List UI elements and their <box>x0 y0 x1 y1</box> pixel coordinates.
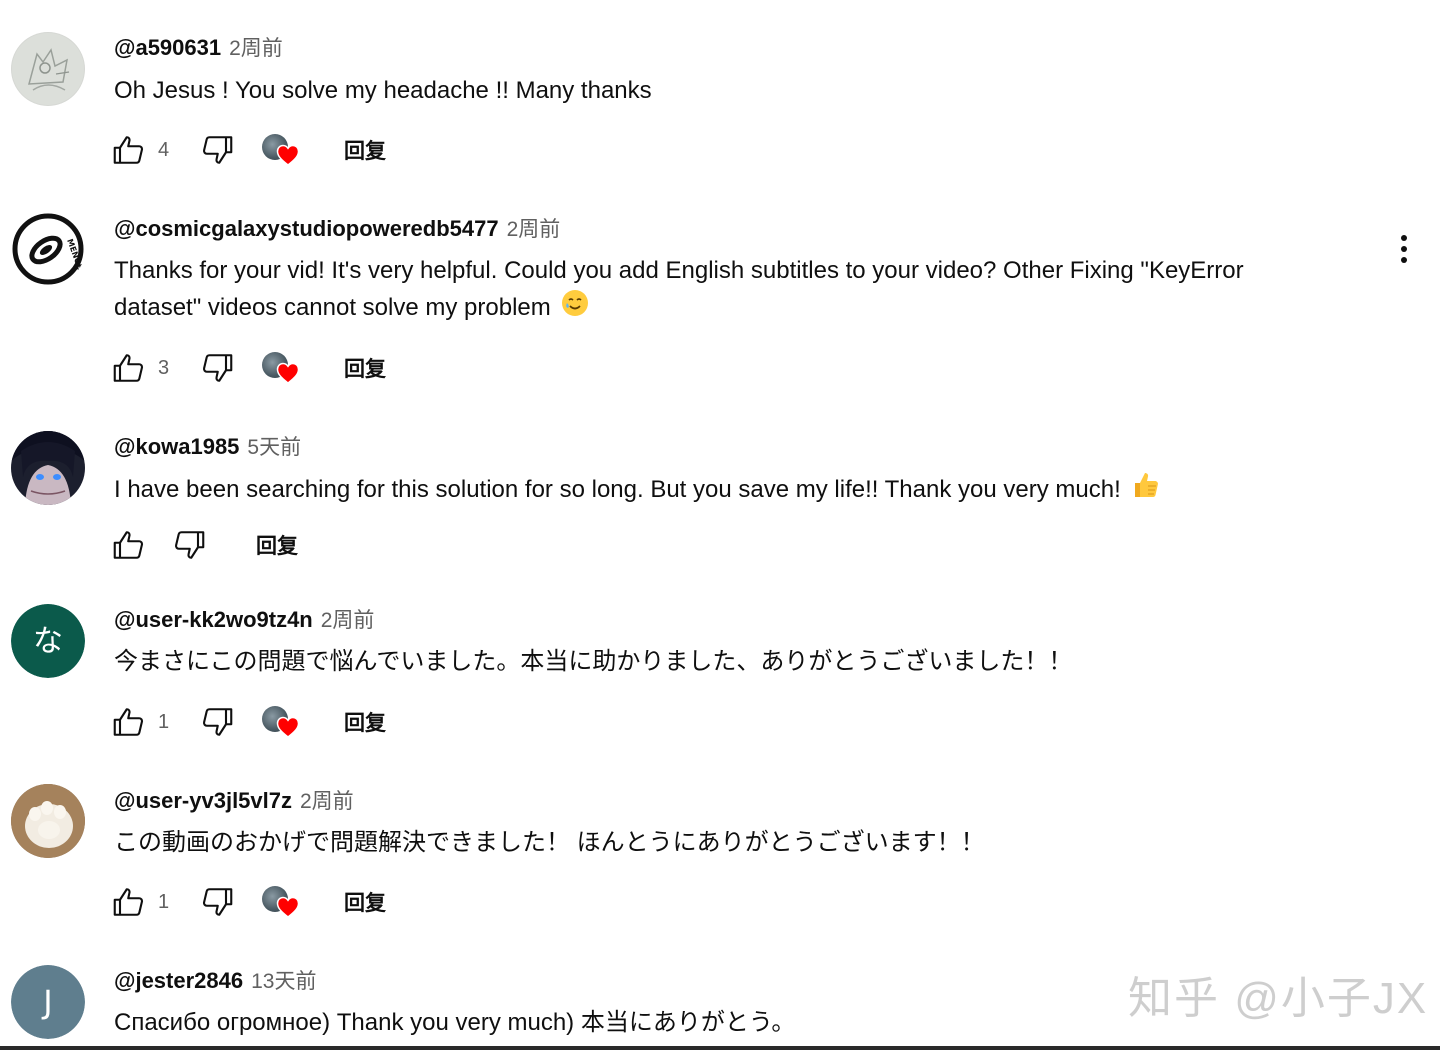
thumbs-up-icon <box>113 888 144 916</box>
comment-text-body: I have been searching for this solution … <box>114 475 1121 503</box>
avatar[interactable] <box>11 32 85 106</box>
avatar-letter: J <box>41 983 52 1021</box>
thumbs-down-icon <box>202 888 233 916</box>
comment-header: @user-yv3jl5vl7z 2周前 <box>114 786 354 817</box>
anime-character-avatar-icon <box>11 431 85 505</box>
dislike-button[interactable] <box>198 703 236 741</box>
thumbs-up-emoji-icon <box>1131 470 1161 511</box>
comment-text: 今まさにこの問題で悩んでいました。本当に助かりました、ありがとうございました！！ <box>114 648 1073 675</box>
comment-header: @jester2846 13天前 <box>114 966 316 997</box>
comment-header: @user-kk2wo9tz4n 2周前 <box>114 605 374 636</box>
spiral-logo-avatar-icon: MENGEL KIU <box>11 212 85 286</box>
comment-text-body: Thanks for your vid! It's very helpful. … <box>114 257 1244 321</box>
comment-time[interactable]: 2周前 <box>300 790 354 813</box>
comment-time[interactable]: 2周前 <box>229 37 283 60</box>
smiling-face-with-tear-emoji-icon <box>561 289 589 328</box>
creator-heart-badge <box>260 702 300 742</box>
comment-text: この動画のおかげで問題解決できました！ ほんとうにありがとうございます！！ <box>114 829 985 856</box>
more-dot <box>1401 235 1407 241</box>
zhihu-watermark: 知乎 @小子JX <box>1128 974 1429 1023</box>
thumbs-up-icon <box>113 136 144 164</box>
heart-icon <box>276 144 300 166</box>
reply-button[interactable]: 回复 <box>344 887 386 917</box>
comment-header: @cosmicgalaxystudiopoweredb5477 2周前 <box>114 214 560 245</box>
comment-toolbar: 回复 <box>110 525 298 565</box>
like-button[interactable] <box>110 131 148 169</box>
author-name[interactable]: @jester2846 <box>114 968 243 993</box>
avatar[interactable] <box>11 431 85 505</box>
dislike-button[interactable] <box>170 526 208 564</box>
like-count: 1 <box>158 890 170 913</box>
thumbs-down-icon <box>202 354 233 382</box>
comment-time[interactable]: 5天前 <box>247 436 301 459</box>
cat-paw-avatar-icon <box>11 784 85 858</box>
author-name[interactable]: @user-yv3jl5vl7z <box>114 788 292 813</box>
thumbs-down-icon <box>202 136 233 164</box>
comment-header: @a590631 2周前 <box>114 33 283 64</box>
comment-toolbar: 1 回复 <box>110 882 386 922</box>
comment-text: Oh Jesus ! You solve my headache !! Many… <box>114 77 652 104</box>
creator-heart-badge <box>260 882 300 922</box>
comment-toolbar: 3 回复 <box>110 348 386 388</box>
avatar[interactable]: な <box>11 604 85 678</box>
comments-page: @a590631 2周前 Oh Jesus ! You solve my head… <box>0 0 1440 1050</box>
like-count: 1 <box>158 710 170 733</box>
comment-toolbar: 4 回复 <box>110 130 386 170</box>
thumbs-up-icon <box>113 708 144 736</box>
dislike-button[interactable] <box>198 349 236 387</box>
author-name[interactable]: @kowa1985 <box>114 434 239 459</box>
dislike-button[interactable] <box>198 131 236 169</box>
letter-avatar-icon: な <box>11 604 85 678</box>
like-count: 3 <box>158 356 170 379</box>
reply-button[interactable]: 回复 <box>344 707 386 737</box>
heart-icon <box>276 362 300 384</box>
comment-toolbar: 1 回复 <box>110 702 386 742</box>
thumbs-down-icon <box>174 531 205 559</box>
avatar-letter: な <box>33 624 63 659</box>
comment-header: @kowa1985 5天前 <box>114 432 301 463</box>
thumbs-down-icon <box>202 708 233 736</box>
more-options-button[interactable] <box>1394 232 1414 272</box>
comment-time[interactable]: 13天前 <box>251 970 316 993</box>
comment-text: I have been searching for this solution … <box>114 470 1334 511</box>
like-count: 4 <box>158 138 170 161</box>
author-name[interactable]: @user-kk2wo9tz4n <box>114 607 313 632</box>
dislike-button[interactable] <box>198 883 236 921</box>
author-name[interactable]: @cosmicgalaxystudiopoweredb5477 <box>114 216 499 241</box>
thumbs-up-icon <box>113 531 144 559</box>
heart-icon <box>276 896 300 918</box>
avatar[interactable]: MENGEL KIU <box>11 212 85 286</box>
letter-avatar-icon: J <box>11 965 85 1039</box>
thumbs-up-icon <box>113 354 144 382</box>
creator-heart-badge <box>260 130 300 170</box>
avatar[interactable]: J <box>11 965 85 1039</box>
like-button[interactable] <box>110 526 148 564</box>
author-name[interactable]: @a590631 <box>114 35 221 60</box>
comment-time[interactable]: 2周前 <box>321 609 375 632</box>
reply-button[interactable]: 回复 <box>344 353 386 383</box>
more-dot <box>1401 246 1407 252</box>
avatar[interactable] <box>11 784 85 858</box>
comment-time[interactable]: 2周前 <box>507 218 561 241</box>
reply-button[interactable]: 回复 <box>256 530 298 560</box>
more-dot <box>1401 257 1407 263</box>
sketch-avatar-icon <box>11 32 85 106</box>
comment-text: Thanks for your vid! It's very helpful. … <box>114 252 1334 328</box>
creator-heart-badge <box>260 348 300 388</box>
heart-icon <box>276 716 300 738</box>
like-button[interactable] <box>110 883 148 921</box>
reply-button[interactable]: 回复 <box>344 135 386 165</box>
like-button[interactable] <box>110 349 148 387</box>
bottom-divider <box>0 1046 1440 1050</box>
like-button[interactable] <box>110 703 148 741</box>
